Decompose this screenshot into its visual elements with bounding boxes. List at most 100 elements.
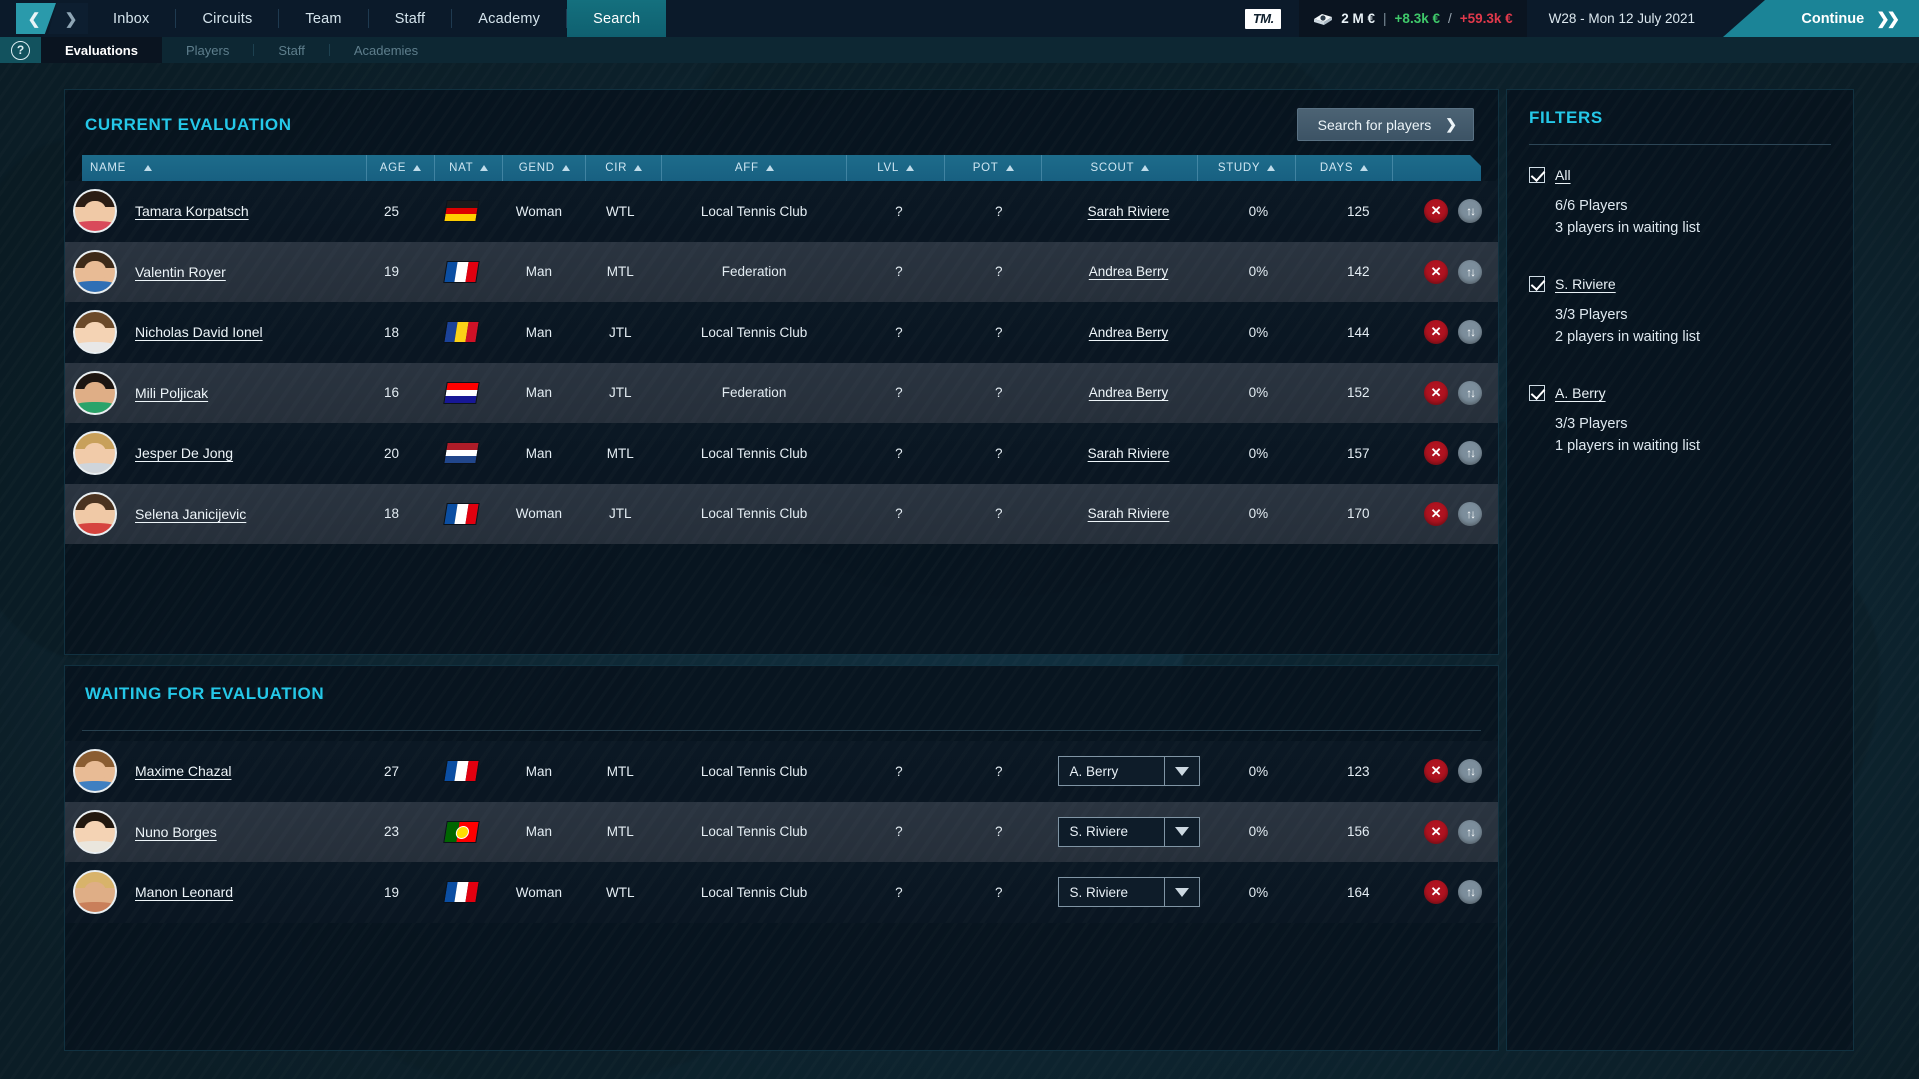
avatar[interactable] <box>73 250 117 294</box>
search-for-players-button[interactable]: Search for players ❯ <box>1297 108 1474 141</box>
column-header-nat[interactable]: NAT <box>435 155 503 181</box>
player-scout: Sarah Riviere <box>1049 484 1209 545</box>
player-name-link[interactable]: Jesper De Jong <box>135 445 233 461</box>
swap-arrows-icon[interactable]: ↑↓ <box>1458 441 1482 465</box>
swap-arrows-icon[interactable]: ↑↓ <box>1458 260 1482 284</box>
player-name-link[interactable]: Maxime Chazal <box>135 763 231 779</box>
avatar[interactable] <box>73 870 117 914</box>
checkbox-checked-icon[interactable] <box>1529 276 1545 292</box>
close-x-icon[interactable]: ✕ <box>1424 441 1448 465</box>
close-x-icon[interactable]: ✕ <box>1424 502 1448 526</box>
player-name-link[interactable]: Nuno Borges <box>135 824 217 840</box>
player-age: 16 <box>357 363 427 424</box>
swap-arrows-icon[interactable]: ↑↓ <box>1458 820 1482 844</box>
table-row[interactable]: Maxime Chazal27ManMTLLocal Tennis Club??… <box>65 741 1498 802</box>
column-header-scout[interactable]: SCOUT <box>1042 155 1198 181</box>
scout-select[interactable]: S. Riviere <box>1058 817 1200 847</box>
player-name-link[interactable]: Valentin Royer <box>135 264 226 280</box>
filter-label[interactable]: A. Berry <box>1555 385 1606 401</box>
avatar[interactable] <box>73 431 117 475</box>
scout-name-link[interactable]: Andrea Berry <box>1089 325 1169 340</box>
column-header-lvl[interactable]: LVL <box>847 155 944 181</box>
close-x-icon[interactable]: ✕ <box>1424 880 1448 904</box>
avatar[interactable] <box>73 492 117 536</box>
continue-button[interactable]: Continue ❯❯ <box>1723 0 1919 37</box>
scout-name-link[interactable]: Sarah Riviere <box>1088 446 1170 461</box>
swap-arrows-icon[interactable]: ↑↓ <box>1458 880 1482 904</box>
nav-item-circuits[interactable]: Circuits <box>176 0 278 37</box>
player-circuit: MTL <box>581 423 659 484</box>
filter-checkbox-row-a-berry[interactable]: A. Berry <box>1529 385 1831 401</box>
close-x-icon[interactable]: ✕ <box>1424 320 1448 344</box>
scout-name-link[interactable]: Sarah Riviere <box>1088 506 1170 521</box>
player-circuit: MTL <box>581 802 659 863</box>
checkbox-checked-icon[interactable] <box>1529 167 1545 183</box>
column-header-age[interactable]: AGE <box>367 155 435 181</box>
table-row[interactable]: Jesper De Jong20ManMTLLocal Tennis Club?… <box>65 423 1498 484</box>
nav-item-search[interactable]: Search <box>567 0 666 37</box>
avatar[interactable] <box>73 189 117 233</box>
filter-label[interactable]: S. Riviere <box>1555 276 1616 292</box>
filter-checkbox-row-all[interactable]: All <box>1529 167 1831 183</box>
nav-item-staff[interactable]: Staff <box>369 0 452 37</box>
scout-name-link[interactable]: Sarah Riviere <box>1088 204 1170 219</box>
scout-name-link[interactable]: Andrea Berry <box>1089 264 1169 279</box>
scout-name-link[interactable]: Andrea Berry <box>1089 385 1169 400</box>
nav-item-inbox[interactable]: Inbox <box>87 0 175 37</box>
scout-select[interactable]: A. Berry <box>1058 756 1200 786</box>
nav-item-academy[interactable]: Academy <box>452 0 566 37</box>
column-header-study[interactable]: STUDY <box>1198 155 1295 181</box>
filter-checkbox-row-s-riviere[interactable]: S. Riviere <box>1529 276 1831 292</box>
table-row[interactable]: Tamara Korpatsch25WomanWTLLocal Tennis C… <box>65 181 1498 242</box>
swap-arrows-icon[interactable]: ↑↓ <box>1458 381 1482 405</box>
player-age: 23 <box>357 802 427 863</box>
swap-arrows-icon[interactable]: ↑↓ <box>1458 199 1482 223</box>
player-age: 19 <box>357 242 427 303</box>
player-nationality <box>427 862 497 923</box>
avatar-shirt <box>73 281 117 291</box>
player-name-link[interactable]: Selena Janicijevic <box>135 506 246 522</box>
avatar[interactable] <box>73 310 117 354</box>
column-header-gend[interactable]: GEND <box>503 155 586 181</box>
player-name-link[interactable]: Manon Leonard <box>135 884 233 900</box>
column-header-pot[interactable]: POT <box>945 155 1042 181</box>
checkbox-checked-icon[interactable] <box>1529 385 1545 401</box>
close-x-icon[interactable]: ✕ <box>1424 759 1448 783</box>
column-header-aff[interactable]: AFF <box>662 155 847 181</box>
avatar[interactable] <box>73 749 117 793</box>
player-days: 156 <box>1308 802 1408 863</box>
close-x-icon[interactable]: ✕ <box>1424 260 1448 284</box>
swap-arrows-icon[interactable]: ↑↓ <box>1458 502 1482 526</box>
swap-arrows-icon[interactable]: ↑↓ <box>1458 320 1482 344</box>
avatar[interactable] <box>73 810 117 854</box>
column-header-cir[interactable]: CIR <box>586 155 662 181</box>
help-button[interactable]: ? <box>0 37 41 63</box>
table-row[interactable]: Valentin Royer19ManMTLFederation??Andrea… <box>65 242 1498 303</box>
tab-players[interactable]: Players <box>162 37 253 63</box>
player-name-link[interactable]: Tamara Korpatsch <box>135 203 249 219</box>
table-row[interactable]: Nuno Borges23ManMTLLocal Tennis Club??S.… <box>65 802 1498 863</box>
avatar[interactable] <box>73 371 117 415</box>
tab-evaluations[interactable]: Evaluations <box>41 37 162 63</box>
player-potential: ? <box>949 363 1049 424</box>
tab-staff[interactable]: Staff <box>254 37 329 63</box>
filter-waiting-count: 3 players in waiting list <box>1555 217 1831 239</box>
player-name-cell: Selena Janicijevic <box>65 484 357 545</box>
close-x-icon[interactable]: ✕ <box>1424 820 1448 844</box>
scout-select[interactable]: S. Riviere <box>1058 877 1200 907</box>
close-x-icon[interactable]: ✕ <box>1424 381 1448 405</box>
table-row[interactable]: Selena Janicijevic18WomanJTLLocal Tennis… <box>65 484 1498 545</box>
swap-arrows-icon[interactable]: ↑↓ <box>1458 759 1482 783</box>
close-x-icon[interactable]: ✕ <box>1424 199 1448 223</box>
filter-label[interactable]: All <box>1555 167 1571 183</box>
nav-item-team[interactable]: Team <box>279 0 367 37</box>
column-header-days[interactable]: DAYS <box>1296 155 1393 181</box>
question-mark-icon: ? <box>11 41 30 60</box>
column-header-name[interactable]: NAME <box>82 155 367 181</box>
player-name-link[interactable]: Mili Poljicak <box>135 385 208 401</box>
table-row[interactable]: Manon Leonard19WomanWTLLocal Tennis Club… <box>65 862 1498 923</box>
player-name-link[interactable]: Nicholas David Ionel <box>135 324 263 340</box>
table-row[interactable]: Mili Poljicak16ManJTLFederation??Andrea … <box>65 363 1498 424</box>
table-row[interactable]: Nicholas David Ionel18ManJTLLocal Tennis… <box>65 302 1498 363</box>
tab-academies[interactable]: Academies <box>330 37 442 63</box>
